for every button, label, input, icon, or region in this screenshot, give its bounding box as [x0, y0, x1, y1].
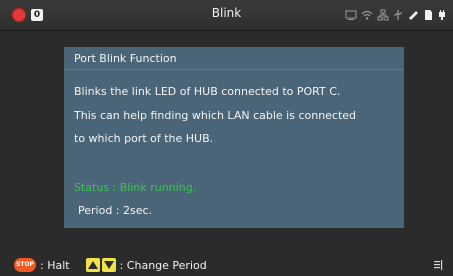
halt-label: : Halt	[40, 258, 70, 272]
triangle-down-icon	[103, 259, 114, 272]
network-icon	[377, 9, 389, 21]
cast-icon	[345, 9, 357, 21]
period-text: Period : 2sec.	[78, 204, 153, 217]
wifi-icon	[361, 9, 373, 21]
description-line: to which port of the HUB.	[74, 132, 214, 145]
storage-icon	[423, 9, 433, 21]
change-period-label: : Change Period	[119, 258, 207, 272]
description-line: This can help finding which LAN cable is…	[74, 109, 357, 122]
triangle-up-icon	[87, 259, 98, 272]
period-up-button[interactable]	[85, 258, 100, 272]
status-tray	[345, 8, 447, 22]
blink-function-panel: Port Blink Function Blinks the link LED …	[64, 47, 404, 228]
panel-title: Port Blink Function	[74, 52, 177, 65]
divider	[64, 69, 404, 70]
menu-icon[interactable]	[433, 259, 443, 274]
status-text: Status : Blink running.	[74, 181, 197, 194]
key-hint-bar: STOP : Halt : Change Period	[0, 254, 453, 276]
usb-icon	[393, 9, 403, 21]
power-plug-icon	[437, 9, 447, 21]
stop-button[interactable]: STOP	[14, 258, 36, 272]
bluetooth-icon	[407, 9, 419, 21]
period-down-button[interactable]	[101, 258, 116, 272]
description-line: Blinks the link LED of HUB connected to …	[74, 85, 341, 98]
title-bar: 0 Blink	[0, 0, 453, 31]
